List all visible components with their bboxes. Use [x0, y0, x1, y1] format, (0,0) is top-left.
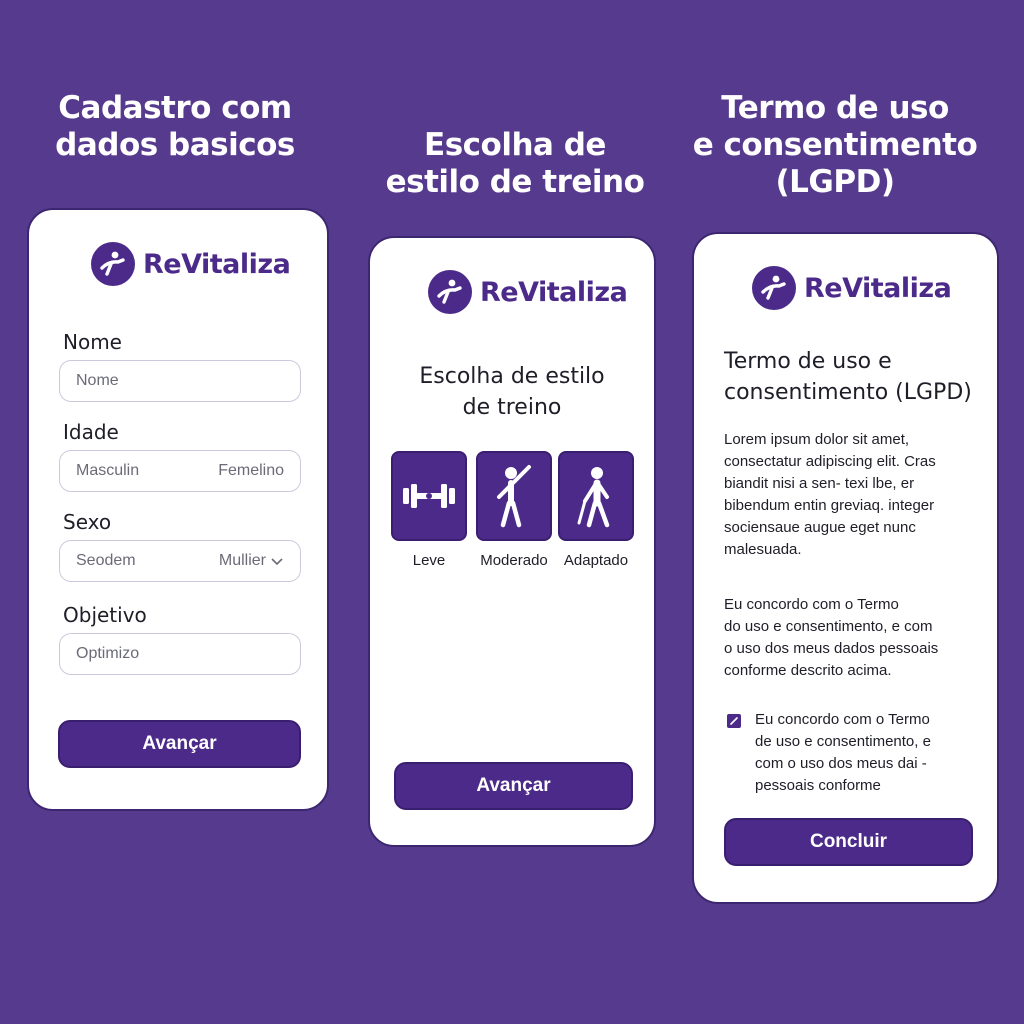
objetivo-input[interactable]: Optimizo: [59, 633, 301, 675]
runner-logo-icon: [428, 270, 472, 314]
sexo-label: Sexo: [63, 510, 112, 534]
concluir-button[interactable]: Concluir: [724, 818, 973, 866]
brand: ReVitaliza: [91, 242, 291, 286]
person-with-cane-icon: [577, 467, 610, 528]
sexo-selected-value: Mullier: [218, 552, 266, 569]
consent-checkbox[interactable]: [727, 714, 741, 728]
nome-placeholder: Nome: [76, 372, 119, 389]
idade-option-left[interactable]: Masculin: [76, 462, 139, 480]
consent-checkbox-label[interactable]: Eu concordo com o Termo de uso e consent…: [755, 709, 985, 797]
training-style-card: ReVitaliza Escolha de estilo de treino L…: [368, 236, 656, 847]
runner-logo-icon: [91, 242, 135, 286]
runner-logo-icon: [752, 266, 796, 310]
brand-name: ReVitaliza: [480, 276, 628, 308]
style-title: Escolha de estilo de treino: [419, 364, 605, 420]
brand: ReVitaliza: [428, 270, 628, 314]
style-option-adaptado[interactable]: [558, 451, 634, 541]
style-label-adaptado: Adaptado: [563, 552, 629, 569]
brand: ReVitaliza: [752, 266, 952, 310]
checkmark-icon: [730, 717, 738, 725]
sexo-select[interactable]: Seodem Mullier: [59, 540, 301, 582]
registration-card: ReVitaliza Nome Nome Idade Masculin Feme…: [27, 208, 329, 811]
avancar-button-2[interactable]: Avançar: [394, 762, 633, 810]
style-option-leve[interactable]: [391, 451, 467, 541]
objetivo-placeholder: Optimizo: [76, 645, 140, 662]
objetivo-label: Objetivo: [63, 603, 147, 627]
idade-field[interactable]: Masculin Femelino: [59, 450, 301, 492]
avancar-button-1[interactable]: Avançar: [58, 720, 301, 768]
sexo-selected[interactable]: Mullier: [219, 552, 284, 570]
terms-card: ReVitaliza Termo de uso e consentimento …: [692, 232, 999, 904]
chevron-down-icon: [271, 558, 283, 566]
nome-input[interactable]: Nome: [59, 360, 301, 402]
nome-label: Nome: [63, 330, 122, 354]
heading-cadastro: Cadastro com dados basicos: [55, 90, 295, 163]
terms-agreement: Eu concordo com o Termo do uso e consent…: [724, 596, 939, 679]
dumbbell-icon: [403, 484, 455, 508]
style-label-leve: Leve: [412, 552, 446, 569]
idade-label: Idade: [63, 420, 119, 444]
style-option-moderado[interactable]: [476, 451, 552, 541]
terms-title: Termo de uso e consentimento (LGPD): [724, 349, 972, 405]
sexo-option-left[interactable]: Seodem: [76, 552, 136, 570]
brand-name: ReVitaliza: [143, 248, 291, 280]
terms-body: Lorem ipsum dolor sit amet, consectatur …: [724, 431, 936, 558]
heading-termo: Termo de uso e consentimento (LGPD): [692, 90, 978, 200]
brand-name: ReVitaliza: [804, 272, 952, 304]
idade-option-right[interactable]: Femelino: [218, 462, 284, 480]
heading-estilo: Escolha de estilo de treino: [385, 127, 645, 200]
person-raising-arm-icon: [497, 465, 531, 528]
style-label-moderado: Moderado: [480, 552, 548, 569]
